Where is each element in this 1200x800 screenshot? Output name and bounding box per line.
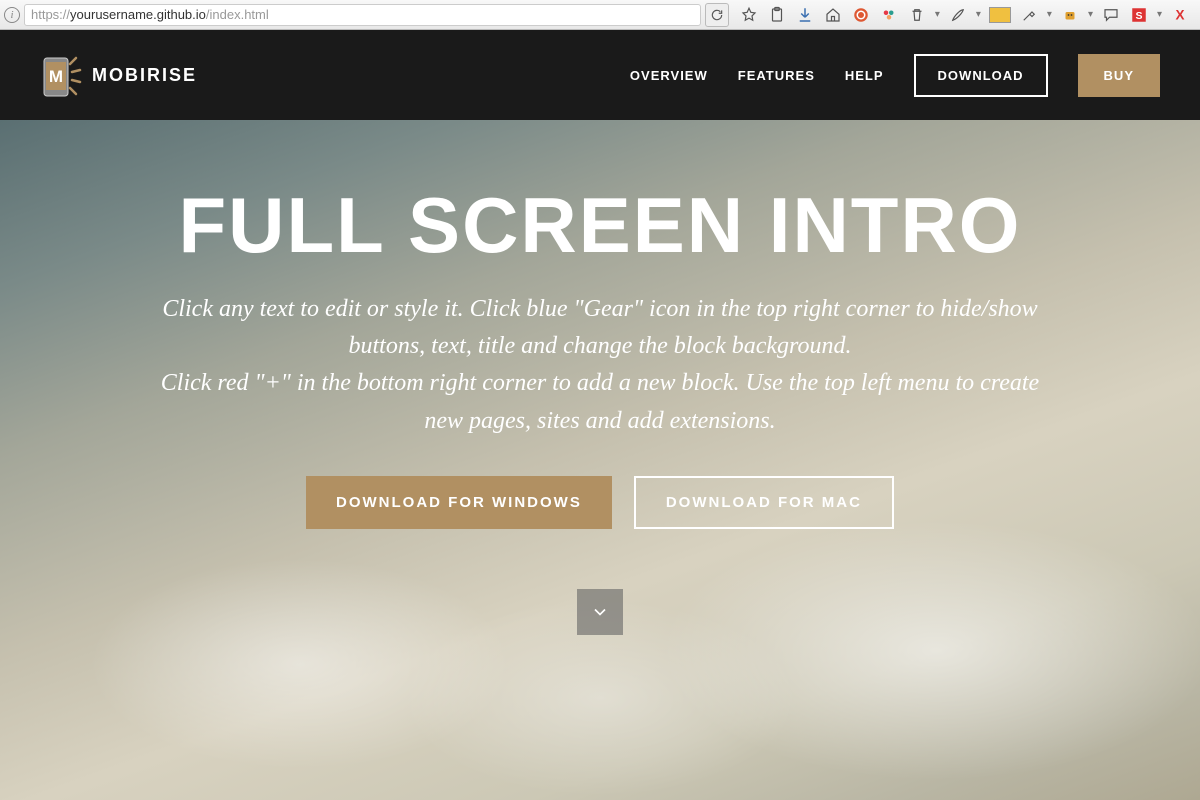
svg-text:S: S — [1135, 9, 1142, 21]
nav-features[interactable]: FEATURES — [738, 68, 815, 83]
hero-paragraph[interactable]: Click any text to edit or style it. Clic… — [140, 291, 1060, 440]
svg-text:M: M — [49, 67, 63, 86]
x-badge-icon[interactable]: X — [1170, 5, 1190, 25]
logo-icon: M — [40, 52, 80, 98]
hero-section: FULL SCREEN INTRO Click any text to edit… — [0, 120, 1200, 800]
url-protocol: https:// — [31, 7, 70, 22]
brush-icon[interactable] — [948, 5, 968, 25]
chat-icon[interactable] — [1101, 5, 1121, 25]
robot-icon[interactable] — [1060, 5, 1080, 25]
download-arrow-icon[interactable] — [795, 5, 815, 25]
url-host: yourusername.github.io — [70, 7, 206, 22]
ruler-icon[interactable] — [989, 7, 1011, 23]
hero-title[interactable]: FULL SCREEN INTRO — [80, 180, 1120, 271]
scroll-down-button[interactable] — [577, 589, 623, 635]
site-header: M MOBIRISE OVERVIEW FEATURES HELP DOWNLO… — [0, 30, 1200, 120]
browser-address-bar: i https://yourusername.github.io/index.h… — [0, 0, 1200, 30]
s-badge-icon[interactable]: S — [1129, 5, 1149, 25]
dropdown-arrow-icon[interactable]: ▾ — [1047, 9, 1052, 20]
buy-button[interactable]: BUY — [1078, 54, 1160, 97]
download-windows-button[interactable]: DOWNLOAD FOR WINDOWS — [306, 476, 612, 529]
trash-icon[interactable] — [907, 5, 927, 25]
download-mac-button[interactable]: DOWNLOAD FOR MAC — [634, 476, 894, 529]
home-icon[interactable] — [823, 5, 843, 25]
chevron-down-icon — [590, 602, 610, 622]
duckduckgo-icon[interactable] — [851, 5, 871, 25]
dropdown-arrow-icon[interactable]: ▾ — [1088, 9, 1093, 20]
brand-logo[interactable]: M MOBIRISE — [40, 52, 197, 98]
download-button[interactable]: DOWNLOAD — [914, 54, 1048, 97]
star-icon[interactable] — [739, 5, 759, 25]
main-nav: OVERVIEW FEATURES HELP DOWNLOAD BUY — [630, 54, 1160, 97]
reload-button[interactable] — [705, 3, 729, 27]
info-icon[interactable]: i — [4, 7, 20, 23]
url-path: /index.html — [206, 7, 269, 22]
dropdown-arrow-icon[interactable]: ▾ — [976, 9, 981, 20]
hero-buttons: DOWNLOAD FOR WINDOWS DOWNLOAD FOR MAC — [80, 476, 1120, 529]
dropdown-arrow-icon[interactable]: ▾ — [1157, 9, 1162, 20]
nav-help[interactable]: HELP — [845, 68, 884, 83]
brand-name: MOBIRISE — [92, 65, 197, 86]
svg-text:X: X — [1175, 7, 1184, 22]
nav-overview[interactable]: OVERVIEW — [630, 68, 708, 83]
eyedropper-icon[interactable] — [1019, 5, 1039, 25]
clipboard-icon[interactable] — [767, 5, 787, 25]
url-input[interactable]: https://yourusername.github.io/index.htm… — [24, 4, 701, 26]
colors-icon[interactable] — [879, 5, 899, 25]
dropdown-arrow-icon[interactable]: ▾ — [935, 9, 940, 20]
browser-toolbar-icons: ▾ ▾ ▾ ▾ S ▾ X — [733, 5, 1196, 25]
